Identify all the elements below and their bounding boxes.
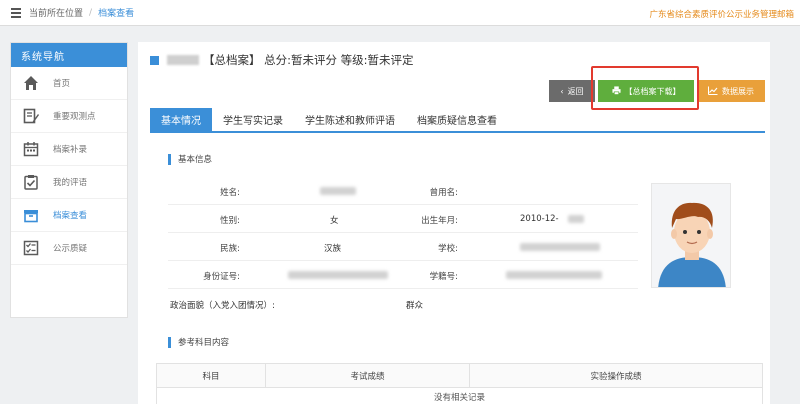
data-display-button[interactable]: 数据展示 [697, 80, 765, 102]
row-divider [168, 288, 638, 289]
sidebar-item-observation[interactable]: 重要观测点 [11, 100, 127, 133]
sidebar-item-public-query[interactable]: 公示质疑 [11, 232, 127, 265]
tab-basic-info[interactable]: 基本情况 [150, 108, 212, 131]
id-number-redacted [288, 271, 388, 279]
gender-value: 女 [330, 216, 339, 226]
sidebar-item-comments[interactable]: 我的评语 [11, 166, 127, 199]
breadcrumb-location: 当前所在位置 [29, 9, 84, 19]
main-panel: 【总档案】 总分:暂未评分 等级:暂未评定 ‹ 返回 【总档案下载】 数据展示 … [138, 42, 770, 404]
table-row: 没有相关记录 [156, 387, 763, 404]
student-avatar [651, 183, 731, 288]
column-header: 考试成绩 [265, 363, 470, 388]
political-status-value: 群众 [406, 301, 424, 311]
page-title: 【总档案】 总分:暂未评分 等级:暂未评定 [203, 53, 414, 67]
student-number-redacted [506, 271, 602, 279]
system-title: 广东省综合素质评价公示业务管理邮箱 [649, 10, 794, 20]
title-square-icon [150, 55, 159, 65]
page-title-row: 【总档案】 总分:暂未评分 等级:暂未评定 [150, 52, 414, 68]
top-bar: 当前所在位置 / 档案查看 广东省综合素质评价公示业务管理邮箱 [0, 0, 800, 26]
row-divider [168, 204, 638, 205]
section-reference-subjects: 参考科目内容 [168, 336, 229, 348]
former-name-label: 曾用名: [429, 188, 458, 198]
gender-label: 性别: [220, 216, 240, 226]
menu-icon[interactable] [11, 7, 21, 18]
sidebar-item-supplement[interactable]: 档案补录 [11, 133, 127, 166]
avatar-boy-icon [658, 202, 726, 287]
section-bar-icon [168, 336, 171, 348]
sidebar-item-label: 档案补录 [53, 145, 88, 155]
tab-records[interactable]: 学生写实记录 [212, 108, 294, 131]
breadcrumb-separator: / [89, 7, 93, 18]
birth-value-redacted [568, 215, 584, 223]
table-header-row: 科目 考试成绩 实验操作成绩 [156, 363, 763, 388]
breadcrumb-current[interactable]: 档案查看 [98, 6, 134, 19]
tab-statements-comments[interactable]: 学生陈述和教师评语 [294, 108, 406, 131]
column-header: 科目 [156, 363, 266, 388]
archive-box-icon [23, 207, 39, 223]
section-basic-info: 基本信息 [168, 153, 212, 165]
row-divider [168, 260, 638, 261]
political-status-label: 政治面貌（入党入团情况）: [170, 301, 275, 311]
name-value-redacted [320, 187, 356, 195]
sidebar-item-label: 档案查看 [53, 211, 88, 221]
tab-bar: 基本情况 学生写实记录 学生陈述和教师评语 档案质疑信息查看 [150, 108, 765, 133]
ethnicity-value: 汉族 [324, 244, 342, 254]
sidebar-item-label: 首页 [53, 79, 71, 89]
tab-archive-queries[interactable]: 档案质疑信息查看 [406, 108, 508, 131]
section-bar-icon [168, 153, 171, 165]
student-name-redacted [167, 55, 199, 65]
line-chart-icon [708, 86, 718, 97]
school-label: 学校: [438, 244, 458, 254]
row-divider [168, 232, 638, 233]
sidebar-header: 系统导航 [11, 43, 127, 67]
sidebar-item-label: 重要观测点 [53, 112, 96, 122]
sidebar-nav: 系统导航 首页 重要观测点 档案补录 我的评语 档案查看 公示质疑 [10, 42, 128, 318]
calendar-icon [23, 141, 39, 157]
sidebar-item-archive-view[interactable]: 档案查看 [11, 199, 127, 232]
sidebar-item-home[interactable]: 首页 [11, 67, 127, 100]
clipboard-check-icon [23, 174, 39, 190]
school-value-redacted [520, 243, 600, 251]
back-button[interactable]: ‹ 返回 [549, 80, 595, 102]
chevron-left-icon: ‹ [560, 86, 564, 96]
column-header: 实验操作成绩 [469, 363, 763, 388]
empty-table-message: 没有相关记录 [156, 387, 763, 404]
home-icon [23, 75, 39, 91]
birth-label: 出生年月: [421, 216, 458, 226]
sidebar-item-label: 我的评语 [53, 178, 88, 188]
ethnicity-label: 民族: [220, 244, 240, 254]
birth-value: 2010-12- [520, 214, 559, 224]
edit-icon [23, 108, 39, 124]
reference-subjects-table: 科目 考试成绩 实验操作成绩 没有相关记录 [156, 363, 763, 404]
highlight-annotation-box [591, 66, 699, 110]
id-number-label: 身份证号: [203, 272, 240, 282]
list-check-icon [23, 240, 39, 256]
name-label: 姓名: [220, 188, 240, 198]
student-number-label: 学籍号: [429, 272, 458, 282]
sidebar-item-label: 公示质疑 [53, 244, 88, 254]
